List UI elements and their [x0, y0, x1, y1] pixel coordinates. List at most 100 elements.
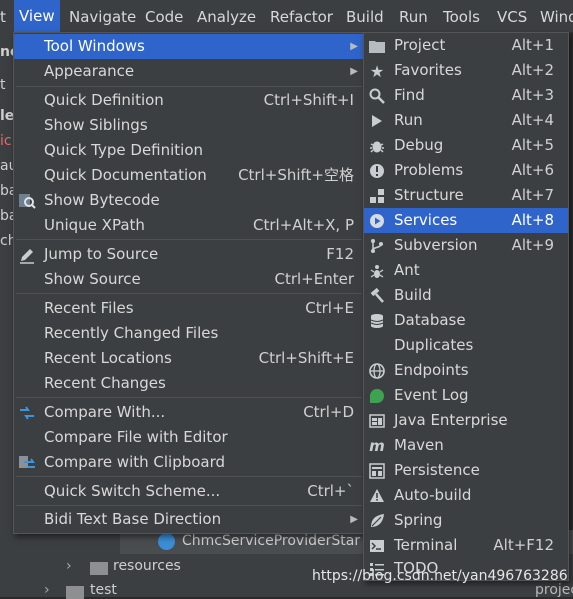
menu-item-shortcut: Alt+7 [511, 186, 554, 204]
menu-item-tool-windows[interactable]: Tool Windows ▶ [14, 34, 364, 59]
watermark-text: https://blog.csdn.net/yan496763286 [312, 568, 568, 584]
menu-item-compare-with[interactable]: Compare With... Ctrl+D [14, 400, 364, 425]
menu-item-shortcut: Alt+1 [511, 36, 554, 54]
tool-window-terminal[interactable]: Terminal Alt+F12 [364, 533, 568, 558]
menu-item-appearance[interactable]: Appearance ▶ [14, 59, 364, 84]
chevron-right-icon[interactable]: › [44, 582, 50, 598]
submenu-arrow-icon: ▶ [350, 66, 358, 77]
tool-window-build[interactable]: Build [364, 283, 568, 308]
tool-window-event-log[interactable]: Event Log [364, 383, 568, 408]
menu-item-label: Tool Windows [44, 37, 145, 55]
menu-item-label: Quick Documentation [44, 166, 207, 184]
tool-window-problems[interactable]: Problems Alt+6 [364, 158, 568, 183]
submenu-arrow-icon: ▶ [350, 41, 358, 52]
menubar-item-view[interactable]: View [14, 0, 60, 32]
menu-item-label: Subversion [394, 236, 478, 254]
menu-item-compare-file-with-editor[interactable]: Compare File with Editor [14, 425, 364, 450]
maven-icon: m [369, 436, 385, 455]
tool-window-project[interactable]: Project Alt+1 [364, 33, 568, 58]
java-enterprise-icon [368, 412, 386, 430]
menu-item-show-siblings[interactable]: Show Siblings [14, 113, 364, 138]
menubar-item-tools[interactable]: Tools [443, 6, 480, 28]
menubar-item-navigate[interactable]: Navigate [69, 6, 136, 28]
tool-window-run[interactable]: Run Alt+4 [364, 108, 568, 133]
menu-item-label: Services [394, 211, 458, 229]
menu-item-label: Quick Definition [44, 91, 164, 109]
folder-icon [66, 586, 84, 599]
menu-item-bidi-text-base-direction[interactable]: Bidi Text Base Direction ▶ [14, 507, 364, 532]
menu-item-label: Structure [394, 186, 464, 204]
menu-item-shortcut: Alt+9 [511, 236, 554, 254]
menu-item-quick-documentation[interactable]: Quick Documentation Ctrl+Shift+空格 [14, 163, 364, 188]
tool-window-debug[interactable]: Debug Alt+5 [364, 133, 568, 158]
tool-window-database[interactable]: Database [364, 308, 568, 333]
menu-divider [16, 293, 362, 294]
menu-item-quick-definition[interactable]: Quick Definition Ctrl+Shift+I [14, 88, 364, 113]
tool-window-services[interactable]: Services Alt+8 [364, 208, 568, 233]
globe-icon [368, 362, 386, 380]
tree-item-label: test [90, 582, 117, 598]
menu-item-recent-files[interactable]: Recent Files Ctrl+E [14, 296, 364, 321]
tool-window-maven[interactable]: m Maven [364, 433, 568, 458]
tree-item-label: resources [113, 558, 181, 574]
menu-item-label: Ant [394, 261, 420, 279]
menu-item-show-source[interactable]: Show Source Ctrl+Enter [14, 267, 364, 292]
tool-window-java-enterprise[interactable]: Java Enterprise [364, 408, 568, 433]
tool-window-find[interactable]: Find Alt+3 [364, 83, 568, 108]
menu-item-recent-locations[interactable]: Recent Locations Ctrl+Shift+E [14, 346, 364, 371]
menu-item-shortcut: Alt+6 [511, 161, 554, 179]
menu-item-label: Problems [394, 161, 464, 179]
menubar-item-code[interactable]: Code [145, 6, 183, 28]
menu-item-label: Quick Switch Scheme... [44, 482, 221, 500]
menu-item-shortcut: Alt+4 [511, 111, 554, 129]
tree-item-label: ChmcServiceProviderStar [182, 533, 361, 549]
menu-item-quick-type-definition[interactable]: Quick Type Definition [14, 138, 364, 163]
menu-item-shortcut: Ctrl+Shift+E [258, 349, 354, 367]
menu-item-label: Recent Files [44, 299, 134, 317]
folder-icon [90, 562, 108, 575]
warning-circle-icon [368, 162, 386, 180]
tool-window-endpoints[interactable]: Endpoints [364, 358, 568, 383]
menu-item-shortcut: Ctrl+D [303, 403, 354, 421]
menu-item-label: Show Siblings [44, 116, 148, 134]
menu-item-label: Compare with Clipboard [44, 453, 226, 471]
tool-window-duplicates[interactable]: Duplicates [364, 333, 568, 358]
tool-window-subversion[interactable]: Subversion Alt+9 [364, 233, 568, 258]
tool-window-persistence[interactable]: Persistence [364, 458, 568, 483]
menu-item-label: Debug [394, 136, 444, 154]
menu-item-show-bytecode[interactable]: Show Bytecode [14, 188, 364, 213]
menu-item-jump-to-source[interactable]: Jump to Source F12 [14, 242, 364, 267]
menubar-item-run[interactable]: Run [399, 6, 428, 28]
project-panel-edge: nc t le ic au ba ba ch [0, 32, 18, 597]
play-icon [368, 112, 386, 130]
menu-item-label: Database [394, 311, 466, 329]
chevron-right-icon[interactable]: › [66, 558, 72, 574]
menu-item-label: Compare File with Editor [44, 428, 228, 446]
tool-window-favorites[interactable]: ★ Favorites Alt+2 [364, 58, 568, 83]
menu-item-compare-with-clipboard[interactable]: Compare with Clipboard [14, 450, 364, 475]
menubar-item-window[interactable]: Windo [540, 6, 573, 28]
menubar-item-vcs[interactable]: VCS [497, 6, 527, 28]
menu-item-label: Quick Type Definition [44, 141, 204, 159]
tool-windows-submenu: Project Alt+1 ★ Favorites Alt+2 Find Alt… [363, 32, 569, 581]
menu-item-label: Auto-build [394, 486, 472, 504]
tool-window-ant[interactable]: Ant [364, 258, 568, 283]
menubar-item-analyze[interactable]: Analyze [197, 6, 256, 28]
menu-item-unique-xpath[interactable]: Unique XPath Ctrl+Alt+X, P [14, 213, 364, 238]
menu-item-label: Persistence [394, 461, 480, 479]
menu-item-label: Show Bytecode [44, 191, 160, 209]
menu-divider [16, 239, 362, 240]
tool-window-spring[interactable]: Spring [364, 508, 568, 533]
menubar-item-edit-partial[interactable]: t [0, 6, 6, 28]
menu-item-quick-switch-scheme[interactable]: Quick Switch Scheme... Ctrl+` [14, 479, 364, 504]
warning-triangle-icon [368, 487, 386, 505]
menubar-item-refactor[interactable]: Refactor [270, 6, 333, 28]
menu-divider [16, 86, 362, 87]
tool-window-structure[interactable]: Structure Alt+7 [364, 183, 568, 208]
menu-item-label: Project [394, 36, 446, 54]
menu-item-recently-changed-files[interactable]: Recently Changed Files [14, 321, 364, 346]
menu-item-recent-changes[interactable]: Recent Changes [14, 371, 364, 396]
menubar-item-build[interactable]: Build [346, 6, 384, 28]
subversion-icon [368, 237, 386, 255]
tool-window-auto-build[interactable]: Auto-build [364, 483, 568, 508]
